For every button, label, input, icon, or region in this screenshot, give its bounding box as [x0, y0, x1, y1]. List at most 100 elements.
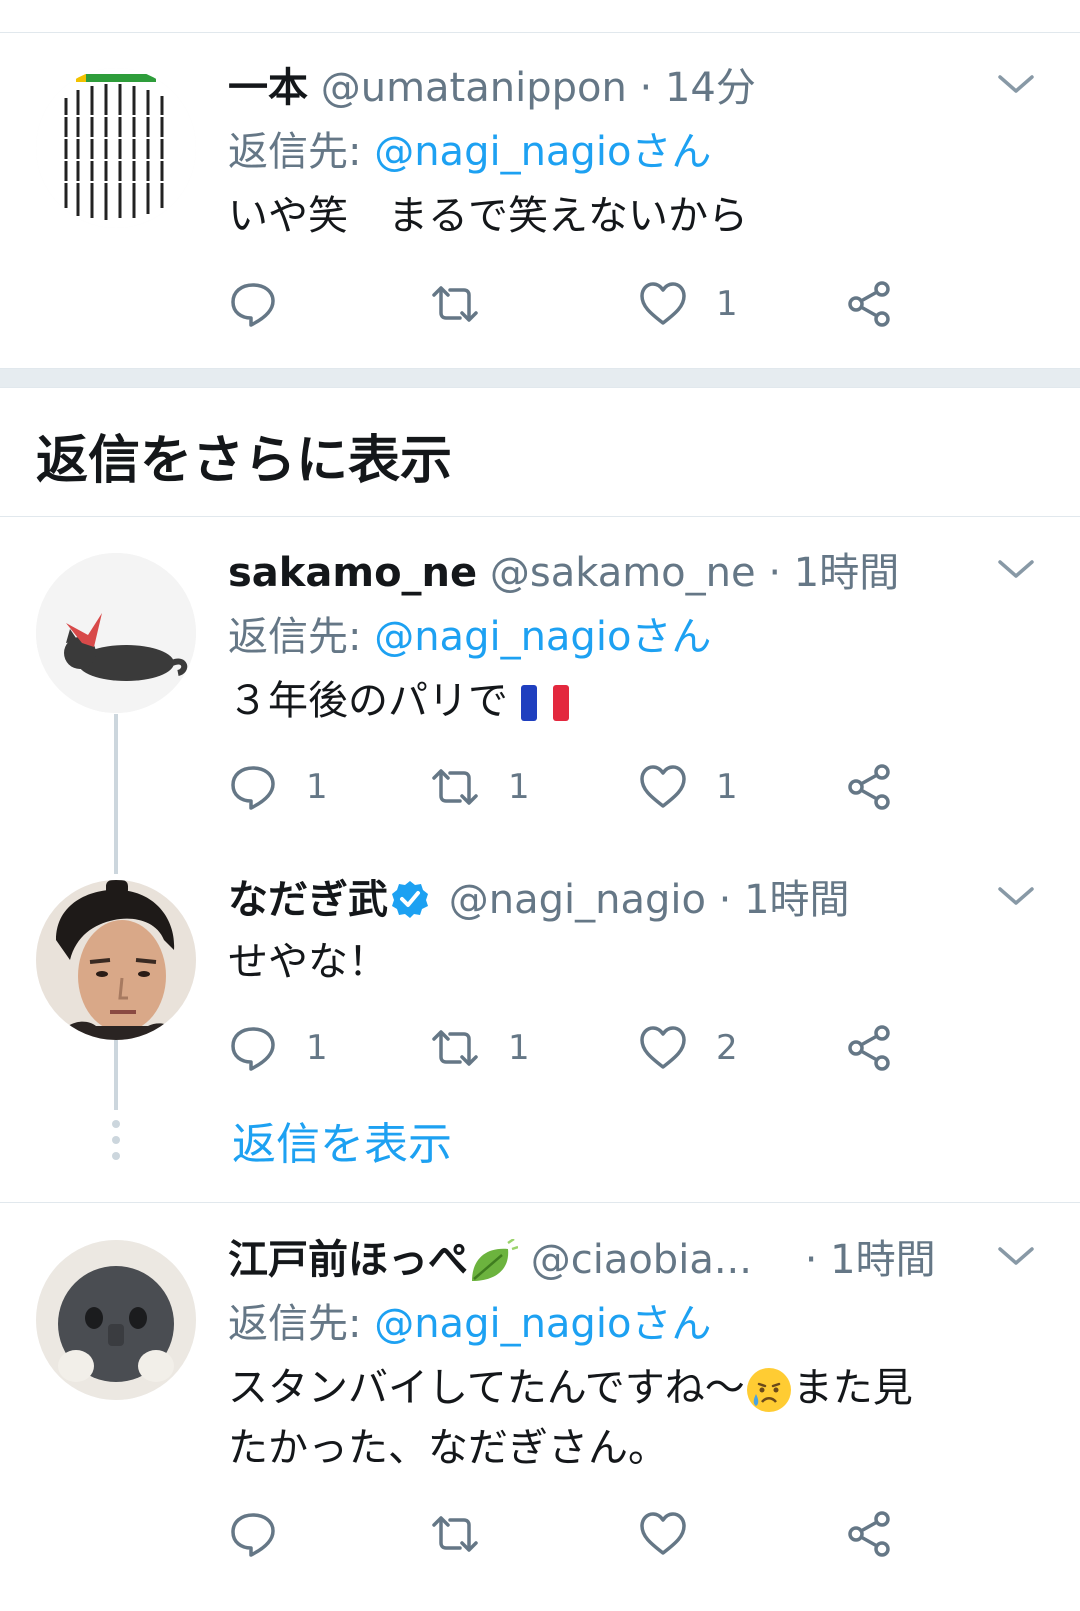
timestamp[interactable]: 14分 [665, 65, 756, 111]
like-count: 2 [716, 1028, 738, 1068]
separator-dot: · [639, 65, 653, 111]
share-icon [848, 1025, 890, 1071]
reply-button[interactable] [228, 1506, 306, 1562]
reply-to: 返信先: @nagi_nagioさん [228, 1296, 711, 1352]
heart-icon [640, 1512, 686, 1555]
tweet-text: いや笑 まるで笑えないから [228, 193, 748, 239]
share-icon [848, 764, 890, 810]
timestamp[interactable]: 1時間 [830, 1237, 935, 1283]
reply-to-prefix: 返信先: [228, 129, 375, 175]
share-button[interactable] [844, 1020, 894, 1076]
reply-to-prefix: 返信先: [228, 614, 375, 660]
display-name[interactable]: sakamo_ne [228, 550, 477, 596]
france-flag-icon [520, 685, 569, 721]
separator-dot: · [768, 550, 782, 596]
reply-icon [231, 766, 275, 810]
reply-button[interactable]: 1 [228, 1020, 328, 1076]
reply-to-mention[interactable]: @nagi_nagioさん [374, 129, 711, 175]
retweet-icon [432, 1030, 478, 1066]
portrait-avatar [36, 880, 196, 1040]
like-button[interactable]: 2 [638, 1020, 738, 1076]
retweet-button[interactable]: 1 [430, 759, 530, 815]
display-name[interactable]: 江戸前ほっぺ [228, 1237, 468, 1283]
tweet-text-part: スタンバイしてたんですね〜 [228, 1365, 745, 1411]
heart-icon [640, 1026, 686, 1069]
handle[interactable]: @umatanippon [321, 65, 627, 111]
reply-icon [231, 1027, 275, 1071]
reply-count: 1 [306, 1028, 328, 1068]
tweet-header: なだぎ武 @nagi_nagio · 1時間 [228, 872, 850, 928]
thread-dots-icon [112, 1120, 120, 1160]
avatar-nagi-nagio[interactable] [36, 880, 196, 1040]
like-button[interactable]: 1 [638, 759, 738, 815]
plush-face-avatar [36, 1240, 196, 1400]
tweet-text-part: また見 [792, 1365, 913, 1411]
like-count: 1 [716, 284, 738, 324]
show-replies-link[interactable]: 返信を表示 [232, 1108, 452, 1172]
handle[interactable]: @sakamo_ne [490, 550, 756, 596]
reply-to-mention[interactable]: @nagi_nagioさん [374, 1301, 711, 1347]
share-button[interactable] [844, 759, 894, 815]
heart-icon [640, 282, 686, 325]
tweet-sakamo-ne[interactable]: sakamo_ne @sakamo_ne · 1時間 返信先: @nagi_na… [0, 545, 1080, 845]
chevron-down-icon[interactable] [992, 545, 1040, 593]
separator-dot: · [804, 1237, 818, 1283]
tweet-text: ３年後のパリで [228, 678, 508, 724]
share-icon [848, 281, 890, 327]
section-divider [0, 368, 1080, 388]
like-count: 1 [716, 767, 738, 807]
share-button[interactable] [844, 1506, 894, 1562]
separator-dot: · [718, 877, 732, 923]
text-collage-avatar [36, 68, 196, 228]
crying-face-icon [746, 1368, 791, 1412]
share-icon [848, 1511, 890, 1557]
more-replies-heading[interactable]: 返信をさらに表示 [36, 418, 452, 493]
reply-to-mention[interactable]: @nagi_nagioさん [374, 614, 711, 660]
share-button[interactable] [844, 276, 894, 332]
tweet-ciaobia[interactable]: 江戸前ほっぺ @ciaobia... · 1時間 返信先: @nagi_nagi… [0, 1232, 1080, 1611]
retweet-icon [432, 1516, 478, 1552]
reply-button[interactable] [228, 276, 306, 332]
timestamp[interactable]: 1時間 [744, 877, 849, 923]
reply-to: 返信先: @nagi_nagioさん [228, 609, 711, 665]
display-name[interactable]: なだぎ武 [228, 877, 388, 923]
display-name[interactable]: 一本 [228, 65, 308, 111]
handle[interactable]: @nagi_nagio [449, 877, 706, 923]
like-button[interactable] [638, 1506, 716, 1562]
divider [0, 1202, 1080, 1203]
retweet-button[interactable] [430, 276, 508, 332]
retweet-count: 1 [508, 767, 530, 807]
tweet-umatanippon[interactable]: 一本 @umatanippon · 14分 返信先: @nagi_nagioさん… [0, 60, 1080, 360]
reply-to-prefix: 返信先: [228, 1301, 375, 1347]
tweet-nagi-nagio[interactable]: なだぎ武 @nagi_nagio · 1時間 せやな！ 1 1 2 [0, 872, 1080, 1082]
retweet-icon [432, 286, 478, 322]
action-bar: 1 1 1 [228, 759, 928, 815]
avatar-sakamo-ne[interactable] [36, 553, 196, 713]
tweet-text-line-2: たかった、なだぎさん。 [228, 1425, 668, 1471]
reply-count: 1 [306, 767, 328, 807]
tweet-header: 江戸前ほっぺ @ciaobia... · 1時間 [228, 1232, 936, 1288]
verified-badge-icon [392, 881, 428, 918]
top-strip [0, 0, 1080, 33]
tweet-header: sakamo_ne @sakamo_ne · 1時間 [228, 545, 899, 601]
retweet-button[interactable] [430, 1506, 508, 1562]
retweet-button[interactable]: 1 [430, 1020, 530, 1076]
like-button[interactable]: 1 [638, 276, 738, 332]
reply-icon [231, 1513, 275, 1557]
avatar-umatanippon[interactable] [36, 68, 196, 228]
reply-button[interactable]: 1 [228, 759, 328, 815]
tweet-text-line-1: スタンバイしてたんですね〜 また見 [228, 1358, 913, 1418]
avatar-ciaobia[interactable] [36, 1240, 196, 1400]
action-bar: 1 [228, 276, 928, 332]
sleeping-cat-avatar [36, 553, 196, 713]
tweet-header: 一本 @umatanippon · 14分 [228, 60, 756, 116]
action-bar [228, 1506, 928, 1562]
chevron-down-icon[interactable] [992, 1232, 1040, 1280]
tweet-text-line: ３年後のパリで [228, 671, 569, 731]
chevron-down-icon[interactable] [992, 60, 1040, 108]
timestamp[interactable]: 1時間 [794, 550, 899, 596]
heart-icon [640, 765, 686, 808]
chevron-down-icon[interactable] [992, 872, 1040, 920]
divider [0, 516, 1080, 517]
handle[interactable]: @ciaobia... [531, 1237, 752, 1283]
